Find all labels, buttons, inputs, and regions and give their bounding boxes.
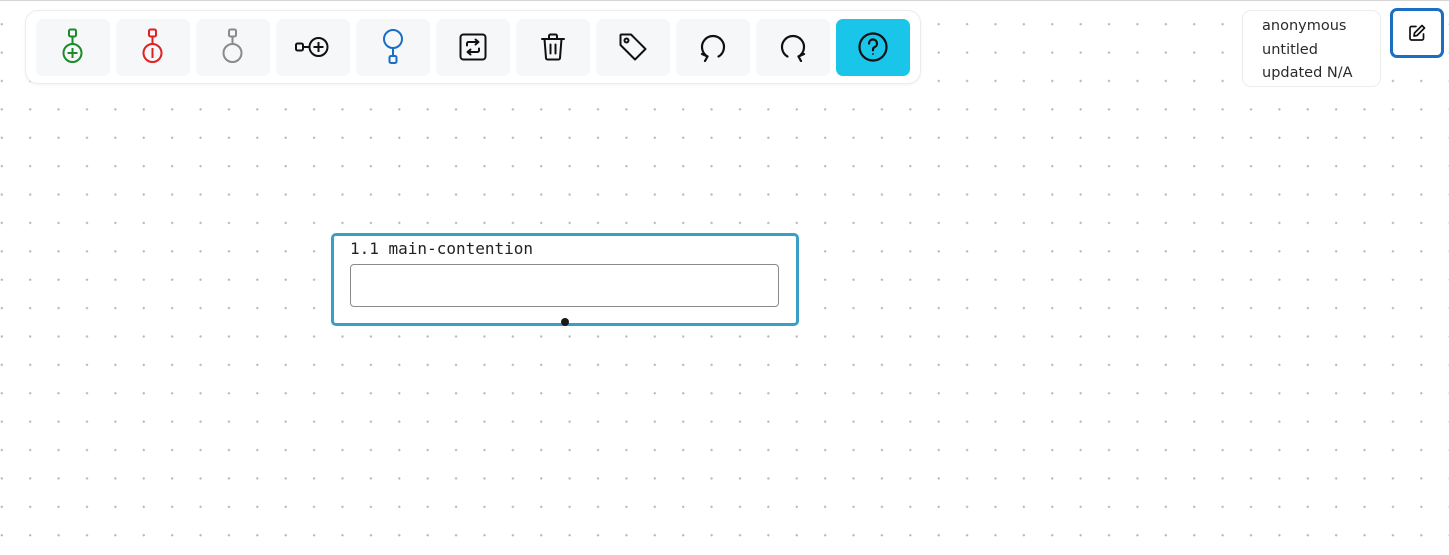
add-objection-icon — [142, 28, 163, 63]
redo-icon — [780, 34, 806, 62]
delete-button[interactable] — [516, 18, 590, 76]
add-objection-button[interactable] — [116, 18, 190, 76]
swap-icon — [459, 33, 487, 61]
add-linked-claim-icon — [295, 37, 329, 57]
document-title: untitled — [1262, 41, 1318, 58]
node-connection-handle[interactable] — [561, 318, 569, 326]
add-conclusion-icon — [383, 29, 403, 64]
undo-button[interactable] — [676, 18, 750, 76]
edit-icon — [1409, 24, 1426, 41]
help-icon — [858, 32, 888, 62]
edit-button[interactable] — [1390, 8, 1444, 58]
tag-icon — [619, 33, 647, 61]
add-neutral-button[interactable] — [196, 18, 270, 76]
author-name: anonymous — [1262, 18, 1347, 34]
swap-button[interactable] — [436, 18, 510, 76]
node-title: 1.1 main-contention — [350, 239, 534, 258]
tag-button[interactable] — [596, 18, 670, 76]
add-supporting-claim-button[interactable] — [36, 18, 110, 76]
undo-icon — [700, 34, 726, 62]
add-supporting-icon — [62, 28, 83, 63]
help-button[interactable] — [836, 18, 910, 76]
add-linked-claim-button[interactable] — [276, 18, 350, 76]
updated-timestamp: updated N/A — [1262, 65, 1353, 81]
redo-button[interactable] — [756, 18, 830, 76]
node-text-input[interactable] — [350, 264, 779, 307]
add-conclusion-button[interactable] — [356, 18, 430, 76]
document-info-panel: anonymous untitled updated N/A — [1242, 10, 1381, 87]
argument-node-main-contention[interactable]: 1.1 main-contention — [331, 233, 799, 326]
toolbar — [25, 10, 921, 84]
add-neutral-icon — [222, 28, 243, 63]
trash-icon — [541, 33, 565, 61]
